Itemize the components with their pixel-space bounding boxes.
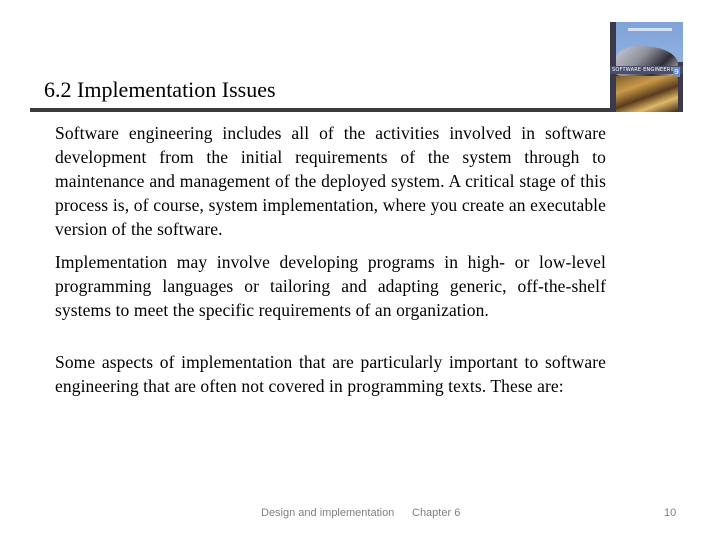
cover-title-text: SOFTWARE ENGINEERING	[612, 67, 681, 73]
footer-chapter: Chapter 6	[412, 507, 461, 519]
slide-title: 6.2 Implementation Issues	[44, 77, 276, 102]
footer-page-number: 10	[664, 507, 677, 519]
book-cover-image: SOFTWARE ENGINEERING 9	[610, 22, 683, 112]
body-paragraph-2: Implementation may involve developing pr…	[55, 252, 606, 320]
footer-section-title: Design and implementation	[261, 507, 395, 519]
body-paragraph-1: Software engineering includes all of the…	[55, 123, 606, 239]
body-paragraph-3: Some aspects of implementation that are …	[55, 352, 606, 396]
title-underline-divider	[30, 108, 611, 112]
